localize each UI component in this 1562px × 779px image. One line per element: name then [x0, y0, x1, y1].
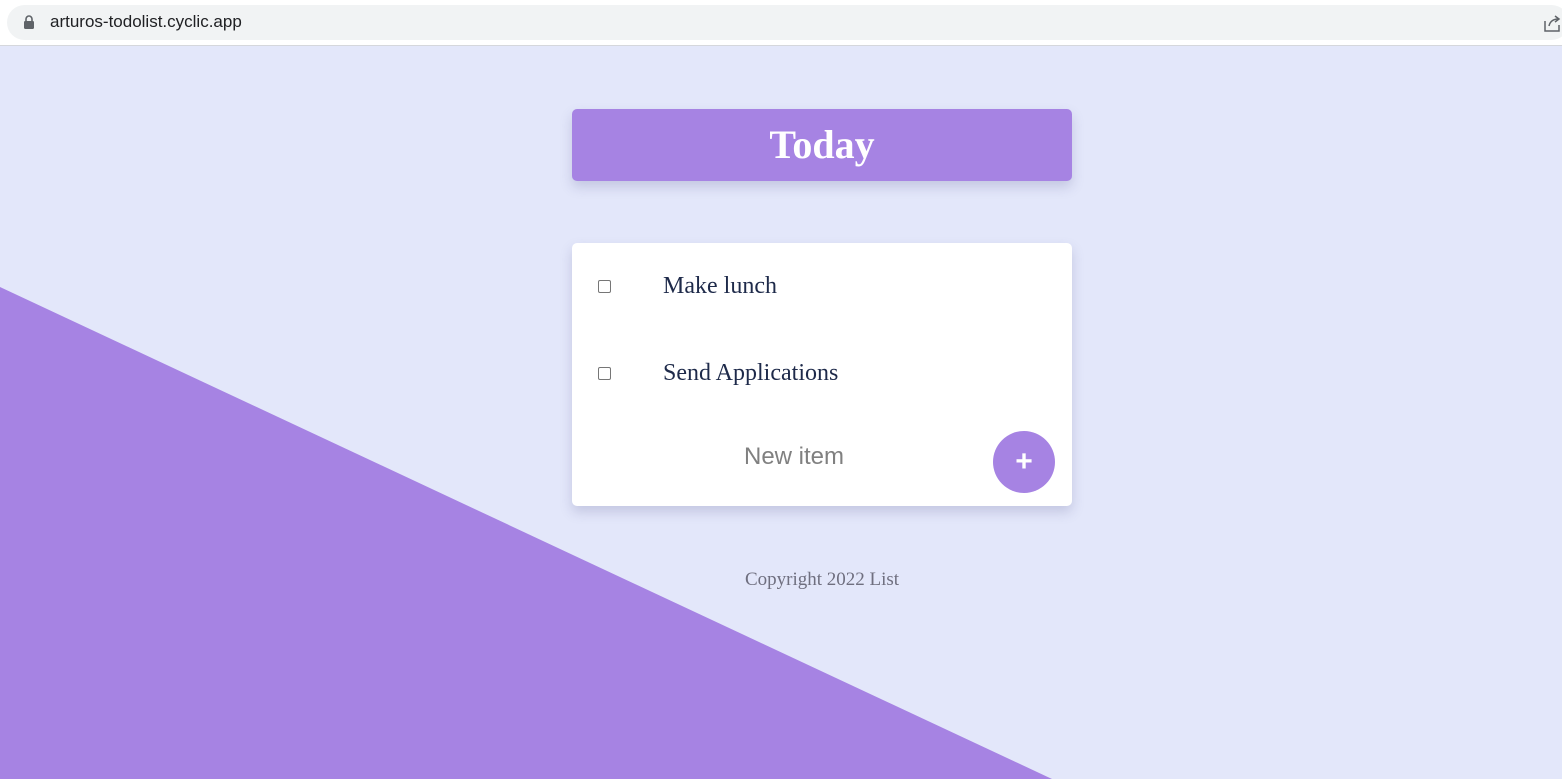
url-text[interactable]: arturos-todolist.cyclic.app [50, 11, 242, 33]
todo-item-label: Send Applications [663, 360, 839, 386]
add-item-button[interactable]: + [993, 431, 1055, 493]
list-title: Today [769, 122, 875, 167]
heading-box: Today [572, 109, 1072, 181]
share-icon[interactable] [1543, 13, 1562, 33]
new-item-input[interactable] [598, 436, 990, 478]
todo-item: Send Applications [572, 330, 1072, 417]
footer-copyright: Copyright 2022 List [744, 569, 900, 590]
browser-toolbar: arturos-todolist.cyclic.app [0, 0, 1562, 46]
todo-list-box: Make lunch Send Applications + [572, 243, 1072, 506]
new-item-form: + [572, 417, 1072, 506]
todo-item: Make lunch [572, 243, 1072, 330]
todo-checkbox[interactable] [598, 367, 611, 380]
lock-icon[interactable] [23, 15, 35, 29]
todo-item-label: Make lunch [663, 273, 777, 299]
page-body: Today Make lunch Send Applications + Cop… [0, 46, 1562, 779]
todo-checkbox[interactable] [598, 280, 611, 293]
